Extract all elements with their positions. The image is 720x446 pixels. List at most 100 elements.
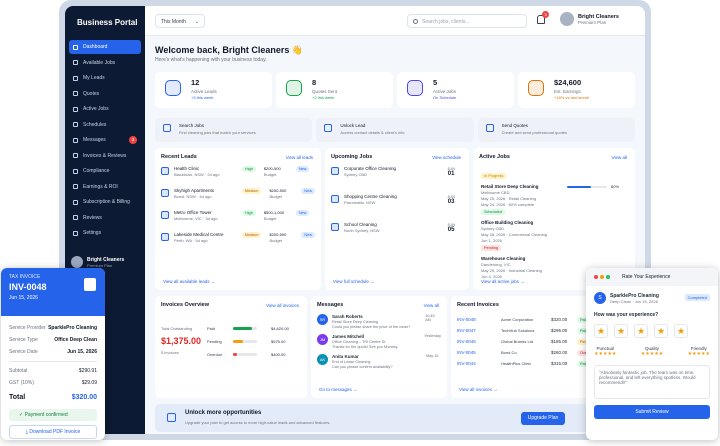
sidebar-item-settings[interactable]: Settings: [69, 226, 141, 240]
status-badge: Scheduled: [481, 209, 505, 215]
job-name: Warehouse Cleaning: [481, 256, 526, 261]
quick-action[interactable]: Send Quotes Create and send professional …: [477, 118, 635, 142]
search-input[interactable]: Search jobs, clients...: [407, 14, 527, 28]
star-icon[interactable]: ★: [614, 324, 628, 338]
sidebar-item-earnings-roi[interactable]: Earnings & ROI: [69, 180, 141, 194]
footer-link[interactable]: View full schedule →: [333, 279, 375, 284]
lead-location: Perth, WA · 5d ago: [174, 238, 208, 243]
star-icon[interactable]: ★: [594, 324, 608, 338]
top-user-menu[interactable]: Bright Cleaners Premium Plan: [560, 12, 619, 26]
stats-row: 12 Active Leads +3 this week 8 Quotes Sent +2…: [155, 72, 635, 108]
period-select[interactable]: This Month ⌄: [155, 14, 205, 28]
sidebar-item-invoices-reviews[interactable]: Invoices & Reviews: [69, 149, 141, 163]
star-icon[interactable]: ★: [674, 324, 688, 338]
nav-icon: [73, 106, 78, 112]
invoice-client: Acme Corporation: [501, 317, 534, 322]
company-sub: Deep Clean · Jun 15, 2026: [610, 298, 658, 304]
sidebar-item-label: Reviews: [83, 214, 102, 221]
invoice-header: TAX INVOICE INV-0048 Jun 15, 2026: [1, 268, 105, 316]
message-item[interactable]: JM James Mitchell Office Cleaning – TRI Ce…: [317, 334, 441, 353]
message-item[interactable]: SR Sarah Roberts Retail Store Deep Cleanin…: [317, 314, 441, 333]
star-icon[interactable]: ★: [654, 324, 668, 338]
quick-action[interactable]: Unlock Lead Access contact details & clie…: [316, 118, 474, 142]
company-logo: S: [594, 292, 606, 304]
view-all-link[interactable]: View all leads: [286, 155, 313, 160]
price-value: $200-500: [263, 166, 281, 171]
status-bar: [233, 353, 257, 356]
action-icon: [163, 124, 171, 132]
category-rating: Quality ★★★★★: [641, 346, 663, 357]
list-item[interactable]: Shopping Centre Cleaning Parramatta, NSW J…: [331, 194, 463, 216]
message-subject: Office Cleaning – TRI Centre St: [332, 340, 386, 344]
company-name: SparklePro Cleaning: [610, 292, 659, 299]
message-info: James Mitchell Office Cleaning – TRI Cent…: [332, 334, 422, 349]
footer-link[interactable]: View all active jobs →: [481, 279, 525, 284]
action-icon: [324, 124, 333, 132]
view-all-link[interactable]: View all invoices: [266, 303, 299, 308]
list-item[interactable]: Scheduled Office Building Cleaning Sydney …: [481, 200, 627, 243]
list-item[interactable]: Skyhigh Apartments Bondi, NSW · 4d ago Med…: [161, 188, 316, 210]
list-item[interactable]: Corporate Office Cleaning Sydney CBD JUN 01: [331, 166, 463, 188]
list-item[interactable]: Metro Office Tower Melbourne, VIC · 3d ag…: [161, 210, 315, 232]
quick-action[interactable]: Search Jobs Find cleaning jobs that match…: [155, 118, 313, 142]
sidebar-item-subscription-billing[interactable]: Subscription & Billing: [69, 195, 141, 209]
building-icon: [161, 167, 169, 175]
lead-price: $200-500 Budget: [264, 166, 292, 177]
avatar: SR: [317, 314, 328, 325]
sidebar-item-compliance[interactable]: Compliance: [69, 164, 141, 178]
star-icon[interactable]: ★: [634, 324, 648, 338]
sidebar-item-messages[interactable]: Messages 3: [69, 133, 141, 147]
list-item[interactable]: Lakeside Medical Centre Perth, WA · 5d ag…: [161, 232, 316, 254]
submit-review-button[interactable]: Submit Review: [594, 405, 710, 419]
job-location: Dandenong, VIC: [481, 262, 511, 267]
top-user-name: Bright Cleaners: [578, 13, 619, 20]
view-all-link[interactable]: View schedule: [432, 155, 461, 160]
job-name: School Cleaning: [344, 222, 377, 227]
sidebar-item-quotes[interactable]: Quotes: [69, 87, 141, 101]
upcoming-jobs-card: Upcoming Jobs View schedule Corporate Of…: [325, 148, 469, 290]
lead-location: Bondi, NSW · 4d ago: [174, 194, 212, 199]
footer-link[interactable]: Go to messages →: [319, 387, 358, 392]
bell-icon[interactable]: 3: [537, 11, 549, 24]
job-name: Corporate Office Cleaning: [344, 166, 396, 171]
card-title: Active Jobs: [479, 154, 510, 160]
sidebar-item-reviews[interactable]: Reviews: [69, 211, 141, 225]
footer-link[interactable]: View all invoices →: [459, 387, 498, 392]
sidebar-item-label: Available Jobs: [83, 59, 116, 66]
list-item[interactable]: School Cleaning North Sydney, NSW JUN 05: [331, 222, 463, 244]
chevron-down-icon: ⌄: [194, 19, 199, 25]
nav-icon: [73, 199, 78, 205]
nav-icon: [73, 122, 78, 127]
laptop-frame: Business Portal Dashboard Available Jobs M…: [59, 0, 651, 440]
list-item[interactable]: Health Clinic Blacktown, NSW · 2d ago High…: [161, 166, 315, 188]
payment-status-text: Payment confirmed: [24, 412, 68, 418]
invoices-overview-card: Invoices Overview View all invoices Tota…: [155, 296, 307, 398]
upgrade-title: Unlock more opportunities: [185, 410, 262, 416]
nav-icon: [73, 168, 78, 174]
search-icon: [413, 19, 418, 24]
card-title: Messages: [317, 302, 344, 308]
footer-link[interactable]: View all available leads →: [163, 279, 215, 284]
upgrade-button[interactable]: Upgrade Plan: [521, 412, 565, 425]
lead-name: Skyhigh Apartments: [174, 188, 215, 193]
list-item[interactable]: In Progress Retail Store Deep Cleaning Mel…: [481, 164, 627, 207]
message-sender: James Mitchell: [332, 334, 365, 339]
sidebar-item-schedules[interactable]: Schedules: [69, 118, 141, 132]
lead-name: Health Clinic: [174, 166, 200, 171]
nav-icon: [73, 60, 78, 65]
detail-value: Office Deep Clean: [54, 337, 97, 343]
message-item[interactable]: AK Anita Kumar End of Lease Cleaning Can yo…: [317, 354, 441, 373]
action-desc: Create and send professional quotes: [501, 130, 568, 135]
sidebar-item-active-jobs[interactable]: Active Jobs: [69, 102, 141, 116]
sidebar-item-available-jobs[interactable]: Available Jobs: [69, 56, 141, 70]
view-all-link[interactable]: View all: [424, 303, 439, 308]
download-pdf-button[interactable]: ⤓ Download PDF Invoice: [9, 425, 97, 439]
message-text: Could you please share the price of the …: [332, 325, 411, 329]
sidebar-item-dashboard[interactable]: Dashboard: [69, 40, 141, 54]
invoice-count: 5 invoices: [161, 350, 179, 355]
window-dot: [600, 275, 604, 279]
sidebar-item-my-leads[interactable]: My Leads: [69, 71, 141, 85]
view-all-link[interactable]: View all: [612, 155, 627, 160]
review-comment-input[interactable]: "Absolutely fantastic job. The team was …: [594, 365, 710, 399]
priority-badge: Medium: [241, 232, 262, 238]
